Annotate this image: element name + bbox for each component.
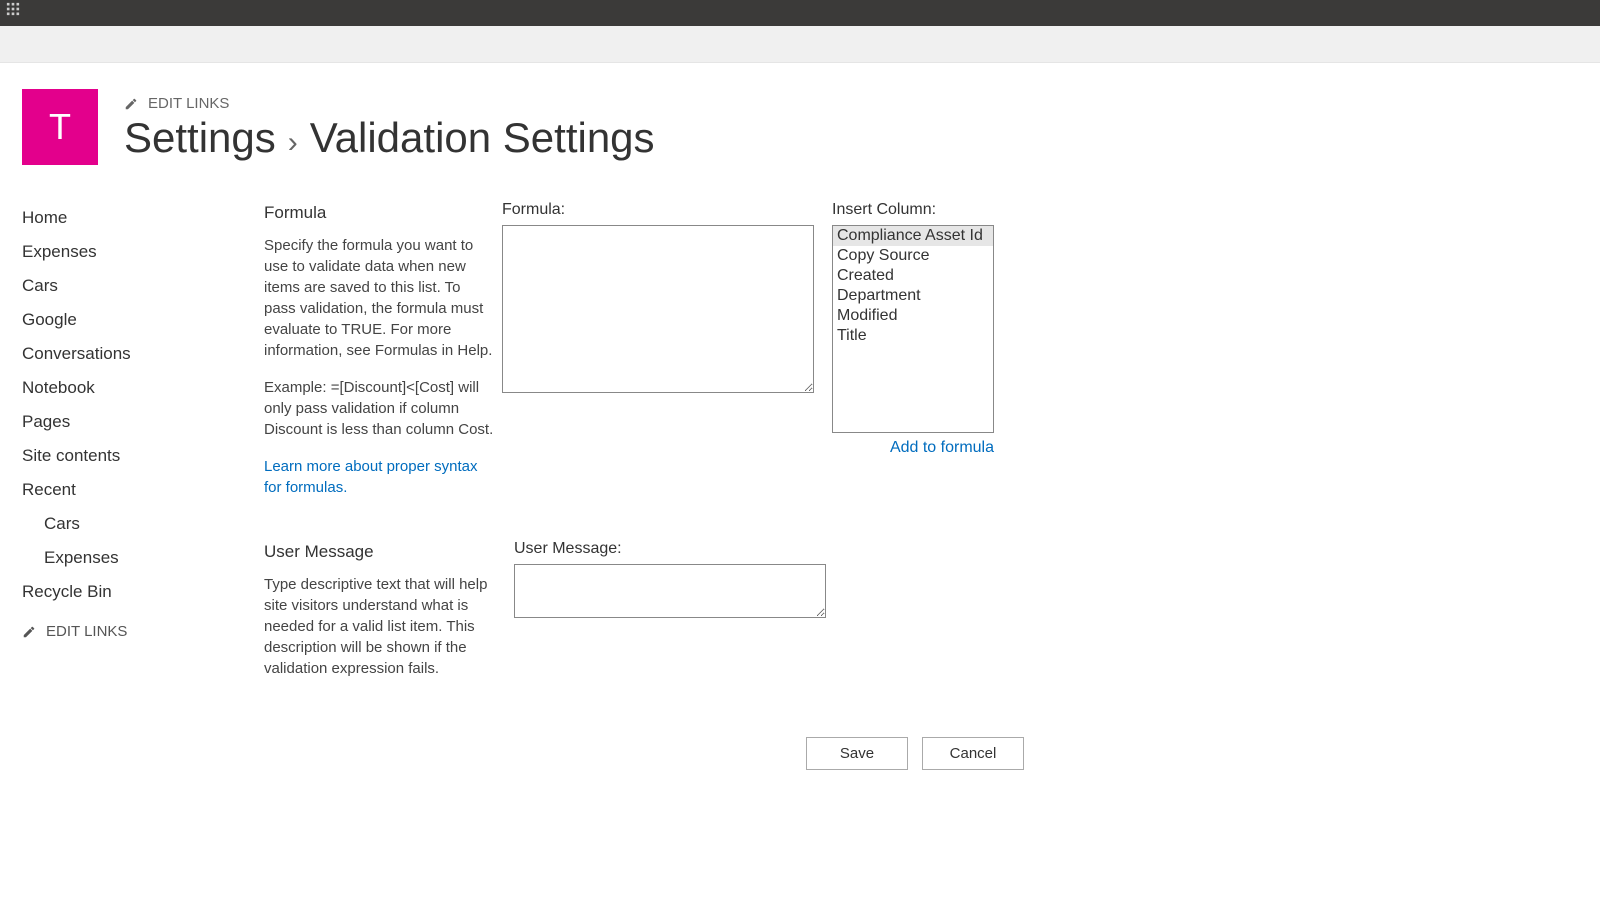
add-to-formula-link[interactable]: Add to formula — [832, 439, 994, 457]
breadcrumb-parent[interactable]: Settings — [124, 114, 276, 162]
app-launcher-icon[interactable] — [0, 0, 26, 26]
nav-google[interactable]: Google — [22, 303, 232, 337]
site-logo[interactable]: T — [22, 89, 98, 165]
user-message-input[interactable] — [514, 564, 826, 618]
page-title: Settings › Validation Settings — [124, 114, 655, 162]
nav-conversations[interactable]: Conversations — [22, 337, 232, 371]
column-option[interactable]: Modified — [833, 306, 993, 326]
edit-links-top[interactable]: EDIT LINKS — [124, 95, 655, 112]
learn-more-link[interactable]: Learn more about proper syntax for formu… — [264, 458, 477, 496]
column-option[interactable]: Created — [833, 266, 993, 286]
edit-links-side[interactable]: EDIT LINKS — [22, 609, 232, 654]
column-option[interactable]: Title — [833, 326, 993, 346]
nav-recent-expenses[interactable]: Expenses — [22, 541, 232, 575]
nav-recent[interactable]: Recent — [22, 473, 232, 507]
column-option[interactable]: Department — [833, 286, 993, 306]
nav-cars[interactable]: Cars — [22, 269, 232, 303]
left-nav: Home Expenses Cars Google Conversations … — [22, 201, 232, 770]
nav-notebook[interactable]: Notebook — [22, 371, 232, 405]
cancel-button[interactable]: Cancel — [922, 737, 1024, 770]
nav-recycle-bin[interactable]: Recycle Bin — [22, 575, 232, 609]
formula-desc-1: Specify the formula you want to use to v… — [264, 235, 494, 361]
column-option[interactable]: Compliance Asset Id — [833, 226, 993, 246]
pencil-icon — [124, 97, 138, 111]
edit-links-top-label: EDIT LINKS — [148, 95, 229, 112]
edit-links-side-label: EDIT LINKS — [46, 623, 127, 640]
pencil-icon — [22, 625, 36, 639]
breadcrumb-current: Validation Settings — [310, 114, 655, 162]
formula-input[interactable] — [502, 225, 814, 393]
nav-site-contents[interactable]: Site contents — [22, 439, 232, 473]
formula-desc-2: Example: =[Discount]<[Cost] will only pa… — [264, 377, 494, 440]
user-message-field-label: User Message: — [514, 540, 826, 558]
user-message-desc: Type descriptive text that will help sit… — [264, 574, 494, 679]
formula-heading: Formula — [264, 201, 494, 225]
ribbon-area — [0, 26, 1600, 63]
insert-column-listbox[interactable]: Compliance Asset Id Copy Source Created … — [832, 225, 994, 433]
save-button[interactable]: Save — [806, 737, 908, 770]
nav-recent-cars[interactable]: Cars — [22, 507, 232, 541]
nav-home[interactable]: Home — [22, 201, 232, 235]
nav-pages[interactable]: Pages — [22, 405, 232, 439]
site-logo-letter: T — [49, 106, 71, 148]
breadcrumb-separator: › — [288, 126, 298, 160]
user-message-heading: User Message — [264, 540, 494, 564]
nav-expenses[interactable]: Expenses — [22, 235, 232, 269]
column-option[interactable]: Copy Source — [833, 246, 993, 266]
formula-field-label: Formula: — [502, 201, 814, 219]
insert-column-label: Insert Column: — [832, 201, 994, 219]
